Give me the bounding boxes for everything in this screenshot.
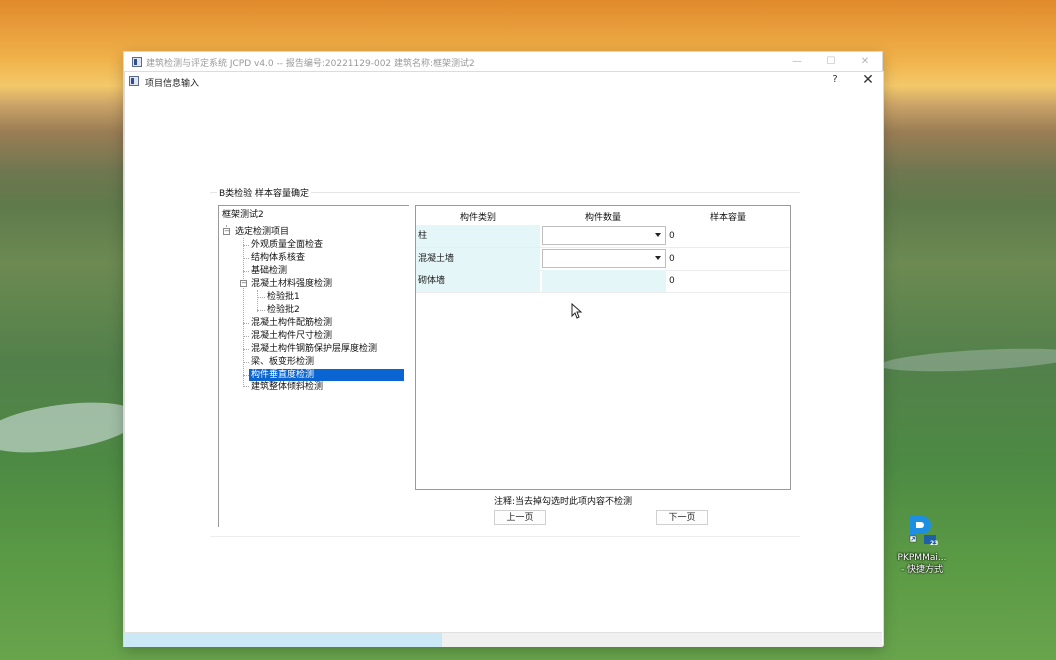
header-sample-size: 样本容量 [709,213,746,223]
desktop-shortcut-pkpm[interactable]: 23 PKPMMai... - 快捷方式 [896,512,948,578]
tree-connector [243,271,249,272]
progress-bar [124,632,882,647]
tree-item-structure[interactable]: 结构体系核查 [251,252,305,264]
app-close-button[interactable]: ✕ [858,55,872,69]
group-title: B类检验 样本容量确定 [217,186,312,199]
icon-badge: 23 [930,540,939,547]
table-row: 柱 0 [416,225,790,247]
row-divider [416,292,790,293]
tree-item-foundation[interactable]: 基础检测 [251,265,287,277]
road [879,344,1056,376]
tree-root[interactable]: 框架测试2 [222,209,264,221]
dialog-icon [129,76,139,86]
app-icon [132,57,142,67]
sample-size-value: 0 [669,276,675,286]
group-divider [210,536,800,537]
tree-item-dimension[interactable]: 混凝土构件尺寸检测 [251,330,332,342]
next-page-button[interactable]: 下一页 [656,510,708,525]
header-category: 构件类别 [459,213,496,223]
collapse-icon[interactable]: − [223,228,230,235]
sample-size-value: 0 [669,231,675,241]
app-title: 建筑检测与评定系统 JCPD v4.0 -- 报告编号:20221129-002… [146,59,475,69]
tree-connector [257,290,258,312]
quantity-cell-masonry[interactable] [542,270,666,292]
tree-item-rebar[interactable]: 混凝土构件配筋检测 [251,317,332,329]
dialog-close-button[interactable]: ✕ [861,72,875,88]
header-quantity: 构件数量 [584,213,621,223]
tree-connector [257,297,265,298]
dropdown-arrow-icon[interactable] [655,256,661,260]
minimize-button[interactable]: — [790,55,804,69]
shortcut-label: PKPMMai... - 快捷方式 [892,552,952,576]
shortcut-label-line2: - 快捷方式 [900,565,944,575]
maximize-button[interactable]: ☐ [824,55,838,69]
row-name-column: 柱 [416,225,540,247]
app-title-bar: 建筑检测与评定系统 JCPD v4.0 -- 报告编号:20221129-002… [124,52,882,72]
tree-connector [243,362,249,363]
dropdown-arrow-icon[interactable] [655,233,661,237]
sample-size-value: 0 [669,254,675,264]
tree-connector [243,336,249,337]
dialog-title: 项目信息输入 [145,79,200,89]
shortcut-label-line1: PKPMMai... [897,553,947,563]
tree-connector [243,245,249,246]
note-text: 注释:当去掉勾选时此项内容不检测 [494,497,633,507]
table-row: 混凝土墙 0 [416,248,790,270]
tree-item-deformation[interactable]: 梁、板变形检测 [251,356,314,368]
table-row: 砌体墙 0 [416,270,790,292]
prev-page-button[interactable]: 上一页 [494,510,546,525]
river [0,394,143,461]
quantity-dropdown-wall[interactable] [542,249,666,268]
help-button[interactable]: ? [829,74,841,85]
project-tree[interactable]: 框架测试2 − 选定检测项目 外观质量全面检查 结构体系核查 基础检测 − 混凝… [218,205,409,527]
tree-connector [243,386,249,387]
tree-connector [243,258,249,259]
tree-item-cover-thickness[interactable]: 混凝土构件钢筋保护层厚度检测 [251,343,377,355]
tree-connector [243,323,249,324]
sample-table: 构件类别 构件数量 样本容量 柱 0 混凝土墙 0 砌体墙 0 [415,205,791,490]
tree-item-batch-1[interactable]: 检验批1 [267,291,300,303]
tree-item-batch-2[interactable]: 检验批2 [267,304,300,316]
collapse-icon[interactable]: − [240,280,247,287]
row-name-wall: 混凝土墙 [416,248,540,270]
tree-item-concrete-strength[interactable]: 混凝土材料强度检测 [251,278,332,290]
progress-fill [124,633,443,647]
tree-item-appearance[interactable]: 外观质量全面检查 [251,239,323,251]
project-info-dialog: 项目信息输入 ? ✕ B类检验 样本容量确定 框架测试2 − 选定检测项目 外观… [124,71,884,646]
tree-connector [243,349,249,350]
tree-item-verticality[interactable]: 构件垂直度检测 [249,369,404,381]
quantity-dropdown-column[interactable] [542,226,666,245]
tree-item-tilt[interactable]: 建筑整体倾斜检测 [251,381,323,393]
row-name-masonry: 砌体墙 [416,270,540,292]
tree-item-select-items[interactable]: 选定检测项目 [235,226,289,238]
tree-connector [257,310,265,311]
